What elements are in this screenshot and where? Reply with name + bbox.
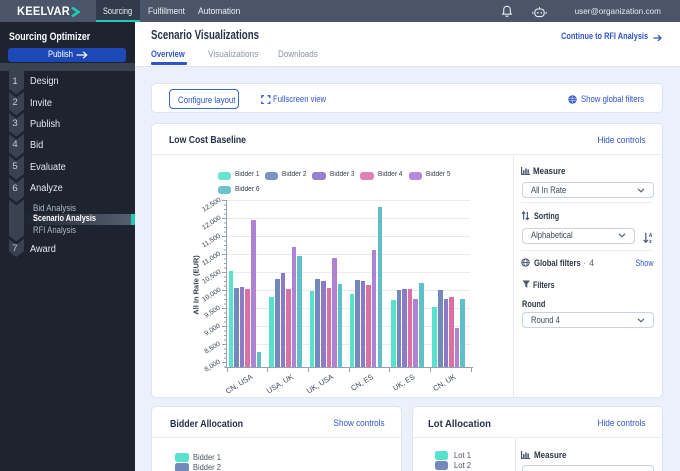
svg-text:z: z xyxy=(649,239,652,243)
svg-text:A: A xyxy=(649,232,653,238)
